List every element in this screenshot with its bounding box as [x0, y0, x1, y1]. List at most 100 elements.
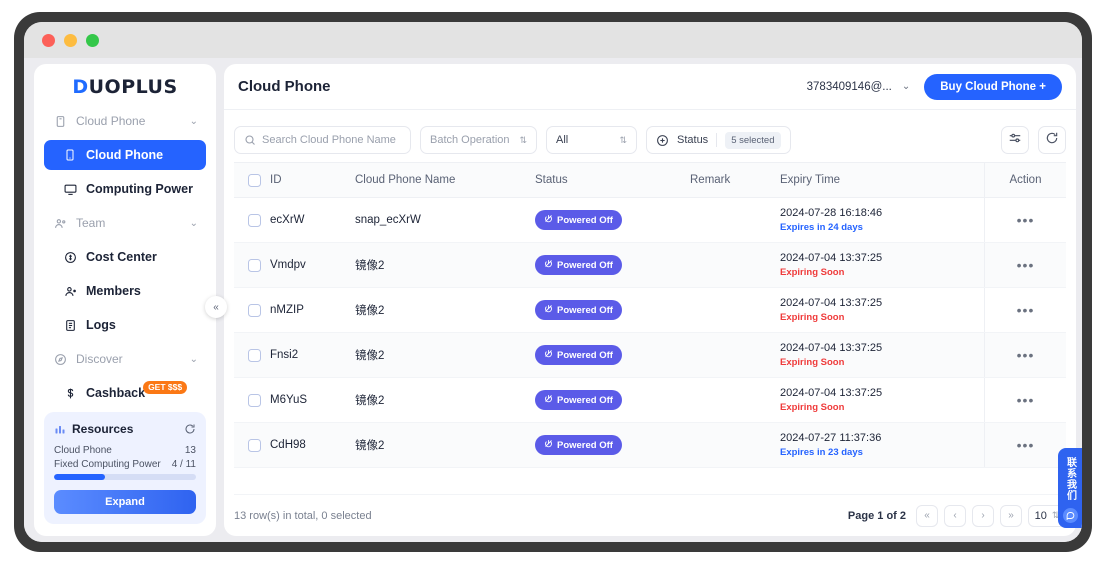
cell-status: Powered Off: [535, 255, 690, 275]
expiry-date: 2024-07-27 11:37:36: [780, 432, 984, 444]
refresh-icon[interactable]: [184, 423, 196, 435]
main-panel: Cloud Phone 3783409146@... ⌄ Buy Cloud P…: [224, 64, 1076, 536]
batch-operation-select[interactable]: Batch Operation ⇅: [420, 126, 537, 154]
table-row[interactable]: CdH98镜像2Powered Off2024-07-27 11:37:36Ex…: [234, 423, 1066, 468]
power-off-icon: [544, 214, 553, 226]
sidebar-group-team[interactable]: Team ⌄: [44, 208, 206, 238]
chevron-down-icon: ⌄: [190, 116, 198, 127]
sidebar-item-cashback[interactable]: Cashback GET $$$: [44, 378, 206, 408]
sidebar-item-computing-power[interactable]: Computing Power: [44, 174, 206, 204]
table-row[interactable]: ecXrWsnap_ecXrWPowered Off2024-07-28 16:…: [234, 198, 1066, 243]
cell-status: Powered Off: [535, 345, 690, 365]
column-header-name[interactable]: Cloud Phone Name: [355, 174, 535, 186]
chevron-updown-icon: ⇅: [519, 136, 527, 145]
table-row[interactable]: nMZIP镜像2Powered Off2024-07-04 13:37:25Ex…: [234, 288, 1066, 333]
expiry-date: 2024-07-28 16:18:46: [780, 207, 984, 219]
maximize-window-button[interactable]: [86, 34, 99, 47]
page-size-value: 10: [1035, 510, 1047, 522]
contact-us-widget[interactable]: 联系我们: [1058, 448, 1082, 528]
row-checkbox[interactable]: [234, 214, 270, 227]
table-row[interactable]: Vmdpv镜像2Powered Off2024-07-04 13:37:25Ex…: [234, 243, 1066, 288]
cell-status: Powered Off: [535, 300, 690, 320]
cashback-badge: GET $$$: [143, 381, 187, 394]
sidebar-item-label: Cost Center: [86, 250, 157, 264]
column-header-remark[interactable]: Remark: [690, 174, 780, 186]
app-logo[interactable]: DUOPLUS: [34, 74, 216, 100]
row-checkbox[interactable]: [234, 259, 270, 272]
column-settings-button[interactable]: [1001, 126, 1029, 154]
row-checkbox[interactable]: [234, 439, 270, 452]
column-header-status[interactable]: Status: [535, 174, 690, 186]
row-actions-button[interactable]: •••: [984, 198, 1066, 242]
search-placeholder: Search Cloud Phone Name: [262, 134, 396, 146]
chevron-updown-icon: ⇅: [619, 136, 627, 145]
status-filter[interactable]: Status 5 selected: [646, 126, 791, 154]
device-frame: DUOPLUS Cloud Phone ⌄: [14, 12, 1092, 552]
row-actions-button[interactable]: •••: [984, 243, 1066, 287]
row-checkbox[interactable]: [234, 394, 270, 407]
cell-name: 镜像2: [355, 437, 535, 453]
cell-status: Powered Off: [535, 435, 690, 455]
search-input[interactable]: Search Cloud Phone Name: [234, 126, 411, 154]
power-off-icon: [544, 394, 553, 406]
sidebar-group-label: Cloud Phone: [76, 114, 145, 128]
bar-chart-icon: [54, 423, 66, 435]
plus-circle-icon: [656, 134, 669, 147]
row-actions-button[interactable]: •••: [984, 333, 1066, 377]
refresh-table-button[interactable]: [1038, 126, 1066, 154]
account-menu[interactable]: 3783409146@... ⌄: [807, 81, 911, 93]
table-row[interactable]: Fnsi2镜像2Powered Off2024-07-04 13:37:25Ex…: [234, 333, 1066, 378]
refresh-icon: [1045, 131, 1059, 150]
phone-icon: [62, 147, 78, 163]
select-all-checkbox[interactable]: [234, 174, 270, 187]
row-checkbox[interactable]: [234, 349, 270, 362]
prev-page-button[interactable]: ‹: [944, 505, 966, 527]
table-footer: 13 row(s) in total, 0 selected Page 1 of…: [234, 494, 1066, 536]
sidebar-group-label: Discover: [76, 352, 123, 366]
resource-value: 13: [185, 445, 196, 456]
cell-name: 镜像2: [355, 302, 535, 318]
expiry-note: Expires in 24 days: [780, 222, 984, 233]
sliders-icon: [1008, 131, 1022, 150]
cell-expiry: 2024-07-04 13:37:25Expiring Soon: [780, 297, 984, 323]
power-off-icon: [544, 439, 553, 451]
next-page-button[interactable]: ›: [972, 505, 994, 527]
minimize-window-button[interactable]: [64, 34, 77, 47]
window-titlebar: [24, 22, 1082, 58]
power-off-icon: [544, 304, 553, 316]
sidebar-item-cost-center[interactable]: Cost Center: [44, 242, 206, 272]
last-page-button[interactable]: »: [1000, 505, 1022, 527]
sidebar-item-cloud-phone[interactable]: Cloud Phone: [44, 140, 206, 170]
table-row[interactable]: M6YuS镜像2Powered Off2024-07-04 13:37:25Ex…: [234, 378, 1066, 423]
expiry-date: 2024-07-04 13:37:25: [780, 252, 984, 264]
member-icon: [62, 283, 78, 299]
row-checkbox[interactable]: [234, 304, 270, 317]
resource-row-fixed-computing-power: Fixed Computing Power 4 / 11: [54, 459, 196, 470]
power-off-icon: [544, 259, 553, 271]
row-actions-button[interactable]: •••: [984, 378, 1066, 422]
row-actions-button[interactable]: •••: [984, 423, 1066, 467]
sidebar: DUOPLUS Cloud Phone ⌄: [34, 64, 216, 536]
sidebar-group-discover[interactable]: Discover ⌄: [44, 344, 206, 374]
filter-select[interactable]: All ⇅: [546, 126, 637, 154]
monitor-icon: [62, 181, 78, 197]
chevron-down-icon: ⌄: [902, 81, 910, 92]
expiry-note: Expiring Soon: [780, 357, 984, 368]
buy-cloud-phone-button[interactable]: Buy Cloud Phone +: [924, 74, 1062, 100]
cell-id: M6YuS: [270, 394, 355, 406]
first-page-button[interactable]: «: [916, 505, 938, 527]
sidebar-item-logs[interactable]: Logs: [44, 310, 206, 340]
sidebar-item-members[interactable]: Members: [44, 276, 206, 306]
sidebar-group-cloud-phone[interactable]: Cloud Phone ⌄: [44, 106, 206, 136]
close-window-button[interactable]: [42, 34, 55, 47]
cell-name: 镜像2: [355, 392, 535, 408]
sidebar-collapse-button[interactable]: «: [205, 296, 227, 318]
column-header-expiry[interactable]: Expiry Time: [780, 174, 984, 186]
row-actions-button[interactable]: •••: [984, 288, 1066, 332]
chat-bubble-icon[interactable]: [1063, 508, 1078, 523]
status-selected-badge: 5 selected: [725, 132, 780, 149]
sidebar-item-label: Cloud Phone: [86, 148, 163, 162]
column-header-id[interactable]: ID: [270, 174, 355, 186]
expand-button[interactable]: Expand: [54, 490, 196, 514]
content-area: Search Cloud Phone Name Batch Operation …: [224, 110, 1076, 536]
